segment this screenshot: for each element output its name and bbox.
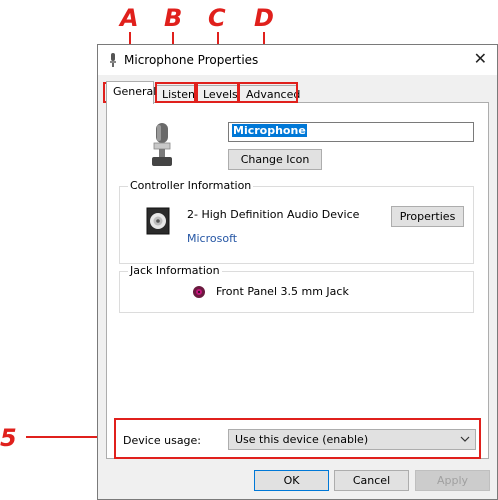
highlight-box-device-usage (114, 418, 481, 459)
title-bar: Microphone Properties ✕ (98, 45, 497, 75)
annotation-a: A (120, 4, 139, 32)
ok-button[interactable]: OK (254, 470, 329, 491)
jack-dot-icon (193, 286, 205, 298)
annotation-five: 5 (0, 424, 17, 452)
window-title: Microphone Properties (124, 53, 259, 67)
annotation-d: D (254, 4, 274, 32)
device-name-input[interactable]: Microphone (228, 122, 474, 142)
jack-information-value: Front Panel 3.5 mm Jack (216, 285, 349, 298)
highlight-box-levels-tab (196, 82, 239, 103)
controller-information-label: Controller Information (128, 179, 254, 192)
microphone-icon (108, 53, 118, 67)
speaker-icon (146, 207, 170, 238)
change-icon-button[interactable]: Change Icon (228, 149, 322, 170)
annotation-c: C (208, 4, 226, 32)
general-tab-panel: Microphone Change Icon Controller Inform… (106, 102, 489, 459)
controller-properties-button[interactable]: Properties (391, 206, 464, 227)
highlight-box-listen-tab (155, 82, 196, 103)
annotation-b: B (164, 4, 183, 32)
apply-button[interactable]: Apply (415, 470, 490, 491)
close-icon[interactable]: ✕ (474, 49, 487, 68)
jack-information-label: Jack Information (128, 264, 222, 277)
jack-information-group: Jack Information Front Panel 3.5 mm Jack (119, 264, 474, 313)
tab-general[interactable]: General (106, 81, 156, 104)
controller-information-group: Controller Information 2- High Definitio… (119, 179, 474, 264)
cancel-button[interactable]: Cancel (334, 470, 409, 491)
device-name-value: Microphone (232, 124, 307, 137)
microphone-icon (149, 123, 175, 170)
controller-device-name: 2- High Definition Audio Device (187, 208, 360, 221)
controller-manufacturer-link[interactable]: Microsoft (187, 232, 237, 245)
highlight-box-advanced-tab (238, 82, 298, 103)
